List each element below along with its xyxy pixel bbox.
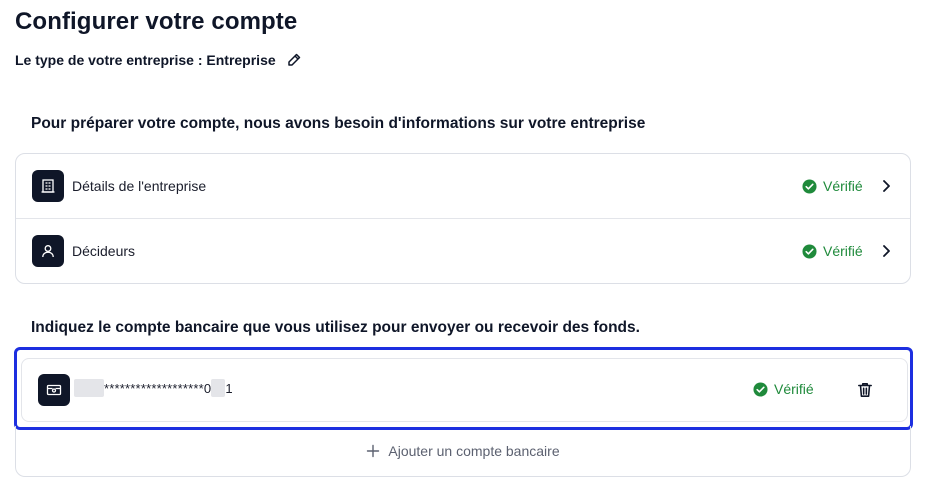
bank-account-highlight: *******************0 1 Vérifié (14, 347, 913, 430)
building-icon (32, 170, 64, 202)
status-text: Vérifié (823, 178, 863, 194)
company-details-label: Détails de l'entreprise (72, 178, 207, 194)
bank-section-title: Indiquez le compte bancaire que vous uti… (31, 319, 640, 336)
chevron-right-icon[interactable] (878, 243, 894, 259)
masked-account-number: *******************0 1 (74, 379, 233, 397)
status-badge: Vérifié (802, 243, 863, 259)
company-details-row[interactable]: Détails de l'entreprise Vérifié (16, 154, 910, 218)
company-section-title: Pour préparer votre compte, nous avons b… (31, 115, 646, 132)
check-circle-icon (802, 178, 817, 194)
check-circle-icon (802, 243, 817, 259)
status-badge: Vérifié (802, 178, 863, 194)
masked-digits: *******************0 (104, 380, 212, 396)
decision-makers-row[interactable]: Décideurs Vérifié (16, 218, 910, 283)
trash-icon[interactable] (856, 381, 874, 399)
add-bank-account-label: Ajouter un compte bancaire (388, 443, 560, 459)
decision-makers-label: Décideurs (72, 243, 136, 259)
redacted-block (211, 379, 226, 397)
status-badge: Vérifié (753, 381, 814, 397)
page-title: Configurer votre compte (15, 8, 298, 35)
status-text: Vérifié (774, 381, 814, 397)
last-digit: 1 (225, 380, 233, 396)
company-info-card: Détails de l'entreprise Vérifié Décideur… (15, 153, 911, 284)
bank-card-icon (38, 374, 70, 406)
business-type: Le type de votre entreprise : Entreprise (15, 52, 302, 68)
add-bank-account-button[interactable]: Ajouter un compte bancaire (15, 426, 911, 477)
user-icon (32, 235, 64, 267)
check-circle-icon (753, 381, 768, 397)
chevron-right-icon[interactable] (878, 178, 894, 194)
plus-icon (367, 444, 380, 458)
status-text: Vérifié (823, 243, 863, 259)
bank-account-row[interactable]: *******************0 1 Vérifié (21, 358, 908, 422)
business-type-label: Le type de votre entreprise : Entreprise (15, 52, 276, 68)
edit-pencil-icon[interactable] (286, 52, 302, 68)
redacted-block (74, 379, 104, 397)
